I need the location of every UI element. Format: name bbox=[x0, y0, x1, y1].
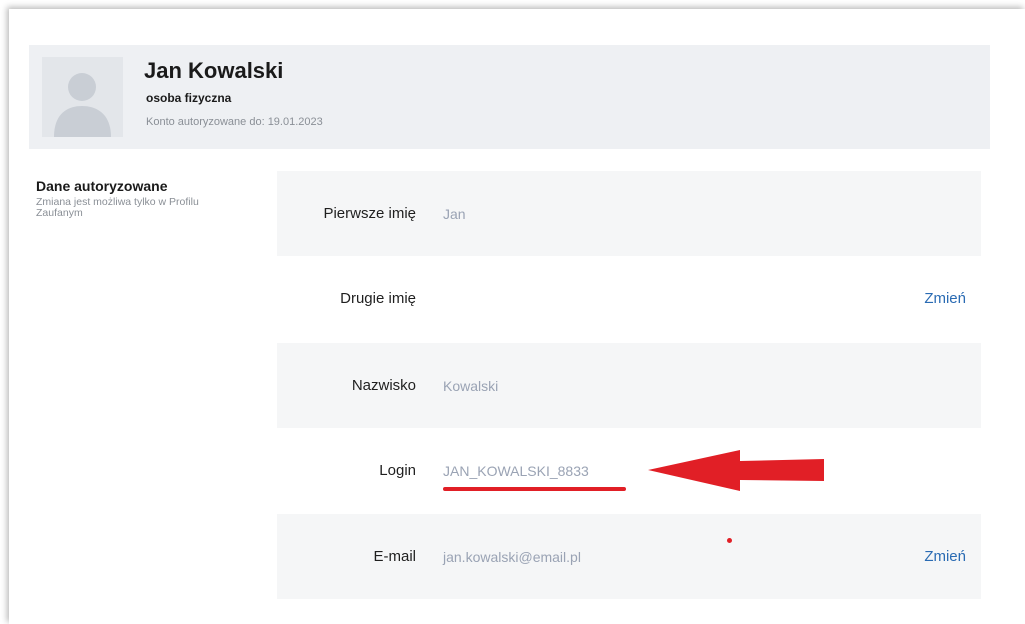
field-row-first-name: Pierwsze imię Jan bbox=[277, 171, 981, 256]
login-value: JAN_KOWALSKI_8833 bbox=[443, 462, 589, 479]
user-silhouette-icon bbox=[54, 73, 111, 137]
first-name-value: Jan bbox=[443, 205, 466, 222]
user-type: osoba fizyczna bbox=[146, 91, 232, 105]
section-title: Dane autoryzowane bbox=[36, 178, 168, 194]
surname-label: Nazwisko bbox=[351, 377, 416, 394]
profile-header: Jan Kowalski osoba fizyczna Konto autory… bbox=[29, 45, 990, 149]
authorized-until: Konto autoryzowane do: 19.01.2023 bbox=[146, 116, 323, 128]
change-second-name-link[interactable]: Zmień bbox=[924, 256, 966, 341]
avatar bbox=[42, 57, 123, 137]
email-value: jan.kowalski@email.pl bbox=[443, 548, 581, 565]
first-name-label: Pierwsze imię bbox=[323, 205, 416, 222]
field-row-second-name: Drugie imię Zmień bbox=[277, 256, 981, 341]
email-label: E-mail bbox=[373, 548, 416, 565]
red-arrow-icon bbox=[648, 450, 824, 491]
section-description: Zmiana jest możliwa tylko w Profilu Zauf… bbox=[36, 196, 199, 219]
user-name: Jan Kowalski bbox=[144, 58, 284, 83]
second-name-label: Drugie imię bbox=[340, 290, 416, 307]
field-row-surname: Nazwisko Kowalski bbox=[277, 343, 981, 428]
surname-value: Kowalski bbox=[443, 377, 499, 394]
red-dot-mark bbox=[727, 538, 732, 543]
field-row-email: E-mail jan.kowalski@email.pl Zmień bbox=[277, 514, 981, 599]
login-highlight-underline bbox=[443, 487, 626, 491]
change-email-link[interactable]: Zmień bbox=[924, 514, 966, 599]
field-row-login: Login JAN_KOWALSKI_8833 bbox=[277, 428, 981, 513]
login-label: Login bbox=[379, 462, 416, 479]
